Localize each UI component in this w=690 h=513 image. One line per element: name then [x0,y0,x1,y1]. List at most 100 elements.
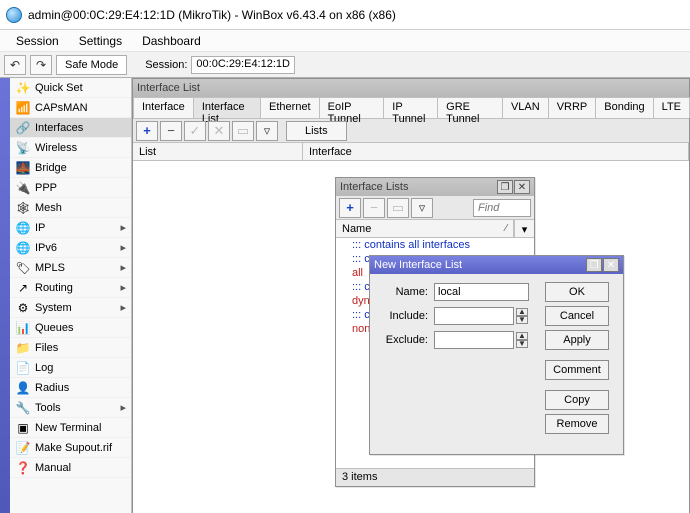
restore-icon[interactable]: ❐ [586,258,602,272]
list-row-comment: ::: contains all interfaces [336,238,534,252]
col-list[interactable]: List [133,143,303,160]
menu-settings[interactable]: Settings [69,32,132,50]
tab-bonding[interactable]: Bonding [595,97,653,118]
sidebar-item-bridge[interactable]: 🌉Bridge [10,158,131,178]
disable-button[interactable]: ✕ [208,121,230,141]
sidebar-item-label: Routing [35,282,73,294]
sidebar-item-capsman[interactable]: 📶CAPsMAN [10,98,131,118]
sidebar-item-label: System [35,302,72,314]
col-name[interactable]: Name ∕ [336,220,514,237]
main-toolbar: ↶ ↷ Safe Mode Session: 00:0C:29:E4:12:1D [0,52,690,78]
sidebar-item-files[interactable]: 📁Files [10,338,131,358]
tab-eoip-tunnel[interactable]: EoIP Tunnel [319,97,385,118]
comment-button[interactable]: ▭ [387,198,409,218]
sidebar-item-label: IP [35,222,45,234]
sidebar-item-label: Interfaces [35,122,83,134]
cancel-button[interactable]: Cancel [545,306,609,326]
sidebar-item-label: PPP [35,182,57,194]
comment-button[interactable]: ▭ [232,121,254,141]
sidebar-item-label: Mesh [35,202,62,214]
remove-button[interactable]: − [363,198,385,218]
sidebar-item-queues[interactable]: 📊Queues [10,318,131,338]
sidebar-item-label: IPv6 [35,242,57,254]
tab-lte[interactable]: LTE [653,97,690,118]
sidebar-icon: ▣ [15,420,31,436]
col-interface[interactable]: Interface [303,143,689,160]
sidebar-icon: ⚙ [15,300,31,316]
interface-lists-titlebar[interactable]: Interface Lists ❐ ✕ [336,178,534,196]
tab-interface[interactable]: Interface [133,97,194,118]
sidebar-icon: 🔗 [15,120,31,136]
enable-button[interactable]: ✓ [184,121,206,141]
undo-button[interactable]: ↶ [4,55,26,75]
include-input[interactable] [434,307,514,325]
name-label: Name: [378,286,428,298]
sidebar-item-quick-set[interactable]: ✨Quick Set [10,78,131,98]
sidebar-item-label: Log [35,362,53,374]
sidebar-item-new-terminal[interactable]: ▣New Terminal [10,418,131,438]
sidebar-item-mpls[interactable]: 🏷MPLS▸ [10,258,131,278]
tab-ethernet[interactable]: Ethernet [260,97,320,118]
sort-indicator-icon: ∕ [505,223,507,234]
tab-vrrp[interactable]: VRRP [548,97,597,118]
ok-button[interactable]: OK [545,282,609,302]
sidebar-item-label: Wireless [35,142,77,154]
find-input[interactable] [473,199,531,217]
tab-interface-list[interactable]: Interface List [193,97,261,118]
new-interface-list-titlebar[interactable]: New Interface List ❐ ✕ [370,256,623,274]
exclude-input[interactable] [434,331,514,349]
chevron-right-icon: ▸ [120,241,126,254]
interface-list-title: Interface List [137,82,200,94]
add-button[interactable]: + [136,121,158,141]
name-input[interactable] [434,283,529,301]
close-icon[interactable]: ✕ [514,180,530,194]
sidebar-item-routing[interactable]: ↗Routing▸ [10,278,131,298]
include-spinner[interactable]: ▲▼ [516,308,528,324]
add-button[interactable]: + [339,198,361,218]
interface-list-tabs: InterfaceInterface ListEthernetEoIP Tunn… [133,97,689,119]
menu-session[interactable]: Session [6,32,69,50]
chevron-right-icon: ▸ [120,281,126,294]
restore-icon[interactable]: ❐ [497,180,513,194]
sidebar-item-mesh[interactable]: 🕸Mesh [10,198,131,218]
tab-vlan[interactable]: VLAN [502,97,549,118]
safe-mode-button[interactable]: Safe Mode [56,55,127,75]
sidebar-item-tools[interactable]: 🔧Tools▸ [10,398,131,418]
include-label: Include: [378,310,428,322]
new-interface-list-title: New Interface List [374,259,462,271]
tab-gre-tunnel[interactable]: GRE Tunnel [437,97,503,118]
close-icon[interactable]: ✕ [603,258,619,272]
sidebar-item-label: Queues [35,322,74,334]
filter-button[interactable]: ▿ [411,198,433,218]
columns-dropdown-button[interactable]: ▾ [514,220,534,238]
sidebar-item-radius[interactable]: 👤 Radius [10,378,131,398]
exclude-spinner[interactable]: ▲▼ [516,332,528,348]
menu-dashboard[interactable]: Dashboard [132,32,211,50]
sidebar-item-system[interactable]: ⚙System▸ [10,298,131,318]
sidebar-item-label: Radius [35,382,69,394]
filter-button[interactable]: ▿ [256,121,278,141]
apply-button[interactable]: Apply [545,330,609,350]
interface-list-titlebar[interactable]: Interface List [133,79,689,97]
sidebar-item-interfaces[interactable]: 🔗 Interfaces [10,118,131,138]
sidebar-icon: 👤 [15,380,31,396]
lists-button[interactable]: Lists [286,121,347,141]
sidebar-item-wireless[interactable]: 📡Wireless [10,138,131,158]
tab-ip-tunnel[interactable]: IP Tunnel [383,97,438,118]
remove-button[interactable]: − [160,121,182,141]
redo-button[interactable]: ↷ [30,55,52,75]
comment-button[interactable]: Comment [545,360,609,380]
remove-button[interactable]: Remove [545,414,609,434]
sidebar-item-make-supout-rif[interactable]: 📝Make Supout.rif [10,438,131,458]
sidebar-item-manual[interactable]: ❓Manual [10,458,131,478]
sidebar-icon: 🔌 [15,180,31,196]
sidebar-item-ip[interactable]: 🌐IP▸ [10,218,131,238]
sidebar-item-ipv6[interactable]: 🌐IPv6▸ [10,238,131,258]
menubar: Session Settings Dashboard [0,30,690,52]
sidebar-item-label: Quick Set [35,82,83,94]
copy-button[interactable]: Copy [545,390,609,410]
sidebar-item-ppp[interactable]: 🔌 PPP [10,178,131,198]
sidebar-icon: 📁 [15,340,31,356]
sidebar-item-log[interactable]: 📄Log [10,358,131,378]
sidebar-icon: 📝 [15,440,31,456]
